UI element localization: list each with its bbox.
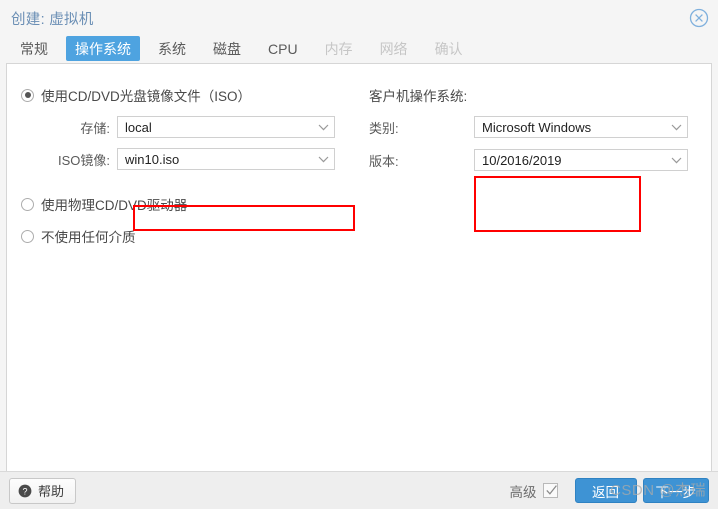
media-source-section: 使用CD/DVD光盘镜像文件（ISO） 存储: local ISO镜像: win…: [7, 84, 365, 247]
iso-image-label: ISO镜像:: [57, 152, 110, 168]
chevron-down-icon: [312, 156, 334, 163]
radio-indicator-no-media[interactable]: [21, 229, 34, 243]
next-button[interactable]: 下一步: [642, 478, 709, 503]
tab-network: 网络: [379, 40, 408, 57]
guest-os-section: 客户机操作系统: 类别: Microsoft Windows 版本: 10/20…: [365, 84, 711, 247]
chevron-down-icon: [312, 124, 334, 131]
storage-value: local: [125, 119, 152, 135]
radio-option-no-media[interactable]: 不使用任何介质: [7, 225, 365, 247]
dialog-titlebar: 创建: 虚拟机: [0, 0, 718, 36]
os-version-select[interactable]: 10/2016/2019: [474, 149, 688, 171]
tab-bar: 常规 操作系统 系统 磁盘 CPU 内存 网络 确认: [0, 36, 718, 63]
question-circle-icon: ?: [18, 484, 32, 498]
iso-image-value: win10.iso: [125, 151, 180, 167]
os-version-field-row: 版本: 10/2016/2019: [365, 148, 711, 172]
help-button[interactable]: ? 帮助: [9, 477, 77, 504]
tab-confirm: 确认: [434, 40, 463, 57]
advanced-label: 高级: [509, 484, 537, 500]
page-title: 创建: 虚拟机: [11, 11, 94, 28]
chevron-down-icon: [665, 124, 687, 131]
tab-memory: 内存: [324, 40, 353, 57]
tab-system[interactable]: 系统: [149, 36, 195, 61]
radio-indicator-physical-drive[interactable]: [21, 197, 34, 211]
tab-cpu[interactable]: CPU: [259, 36, 307, 61]
os-type-value: Microsoft Windows: [482, 119, 592, 135]
dialog-body: 使用CD/DVD光盘镜像文件（ISO） 存储: local ISO镜像: win…: [6, 63, 712, 471]
svg-text:?: ?: [22, 486, 27, 496]
advanced-checkbox[interactable]: [542, 483, 558, 498]
back-button[interactable]: 返回: [574, 478, 637, 503]
create-vm-dialog: 创建: 虚拟机 常规 操作系统 系统 磁盘 CPU 内存 网络 确认 使用CD/…: [0, 0, 718, 509]
storage-select[interactable]: local: [117, 116, 335, 138]
radio-option-physical-drive[interactable]: 使用物理CD/DVD驱动器: [7, 193, 365, 215]
os-version-value: 10/2016/2019: [482, 152, 562, 168]
footer-actions: 高级 返回 下一步: [509, 478, 709, 503]
radio-indicator-iso-file[interactable]: [21, 88, 34, 102]
storage-label: 存储:: [80, 120, 110, 136]
iso-image-select[interactable]: win10.iso: [117, 148, 335, 170]
radio-label-no-media: 不使用任何介质: [41, 230, 136, 245]
dialog-footer: ? 帮助 高级 返回 下一步: [0, 471, 718, 509]
os-type-label: 类别:: [369, 120, 399, 136]
guest-os-heading: 客户机操作系统:: [369, 89, 468, 104]
os-type-field-row: 类别: Microsoft Windows: [365, 115, 711, 139]
tab-disk[interactable]: 磁盘: [204, 36, 250, 61]
os-version-label: 版本:: [369, 153, 399, 169]
tab-os[interactable]: 操作系统: [66, 36, 140, 61]
os-type-select[interactable]: Microsoft Windows: [474, 116, 688, 138]
storage-field-row: 存储: local: [7, 115, 365, 139]
tab-general[interactable]: 常规: [11, 36, 57, 61]
help-button-label: 帮助: [38, 484, 65, 499]
radio-label-iso-file: 使用CD/DVD光盘镜像文件（ISO）: [41, 89, 252, 104]
radio-label-physical-drive: 使用物理CD/DVD驱动器: [41, 198, 188, 213]
chevron-down-icon: [665, 157, 687, 164]
iso-image-field-row: ISO镜像: win10.iso: [7, 147, 365, 171]
close-icon[interactable]: [689, 8, 709, 28]
radio-option-iso-file[interactable]: 使用CD/DVD光盘镜像文件（ISO）: [7, 84, 365, 106]
